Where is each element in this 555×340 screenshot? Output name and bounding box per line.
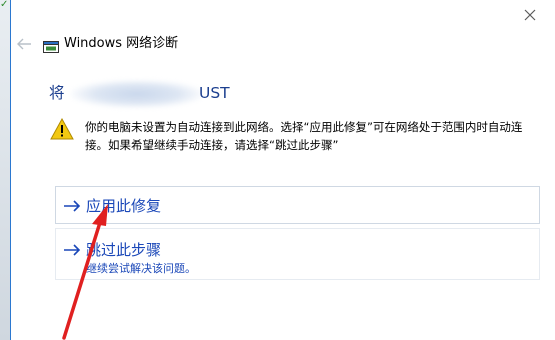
screen: ✓ Windows 网络诊断 将 UST 你的电脑未设置为自动连接到此网络。选择… xyxy=(0,0,555,340)
skip-step-label: 跳过此步骤 xyxy=(86,241,162,259)
close-button[interactable] xyxy=(523,8,537,22)
apply-fix-option[interactable]: 应用此修复 xyxy=(55,186,540,224)
diagnostic-message: 你的电脑未设置为自动连接到此网络。选择“应用此修复”可在网络处于范围内时自动连接… xyxy=(85,120,523,152)
background-window-edge: ✓ xyxy=(0,0,10,340)
arrow-right-icon xyxy=(64,200,81,212)
page-heading-prefix: 将 xyxy=(49,84,65,102)
skip-step-option[interactable]: 跳过此步骤 继续尝试解决该问题。 xyxy=(55,228,540,280)
window-title: Windows 网络诊断 xyxy=(64,36,179,51)
page-heading-suffix: UST xyxy=(199,84,230,102)
arrow-right-icon xyxy=(64,244,81,256)
back-button[interactable] xyxy=(15,36,33,52)
back-arrow-icon xyxy=(17,38,31,50)
network-diagnostics-icon xyxy=(43,38,59,53)
network-diagnostics-dialog: Windows 网络诊断 将 UST 你的电脑未设置为自动连接到此网络。选择“应… xyxy=(10,0,555,340)
redacted-network-name xyxy=(71,80,203,108)
close-icon xyxy=(524,9,536,21)
skip-step-description: 继续尝试解决该问题。 xyxy=(86,262,196,275)
apply-fix-label: 应用此修复 xyxy=(86,197,162,215)
checkmark-icon: ✓ xyxy=(0,0,9,10)
title-bar: Windows 网络诊断 xyxy=(11,0,555,62)
warning-icon xyxy=(50,117,74,140)
